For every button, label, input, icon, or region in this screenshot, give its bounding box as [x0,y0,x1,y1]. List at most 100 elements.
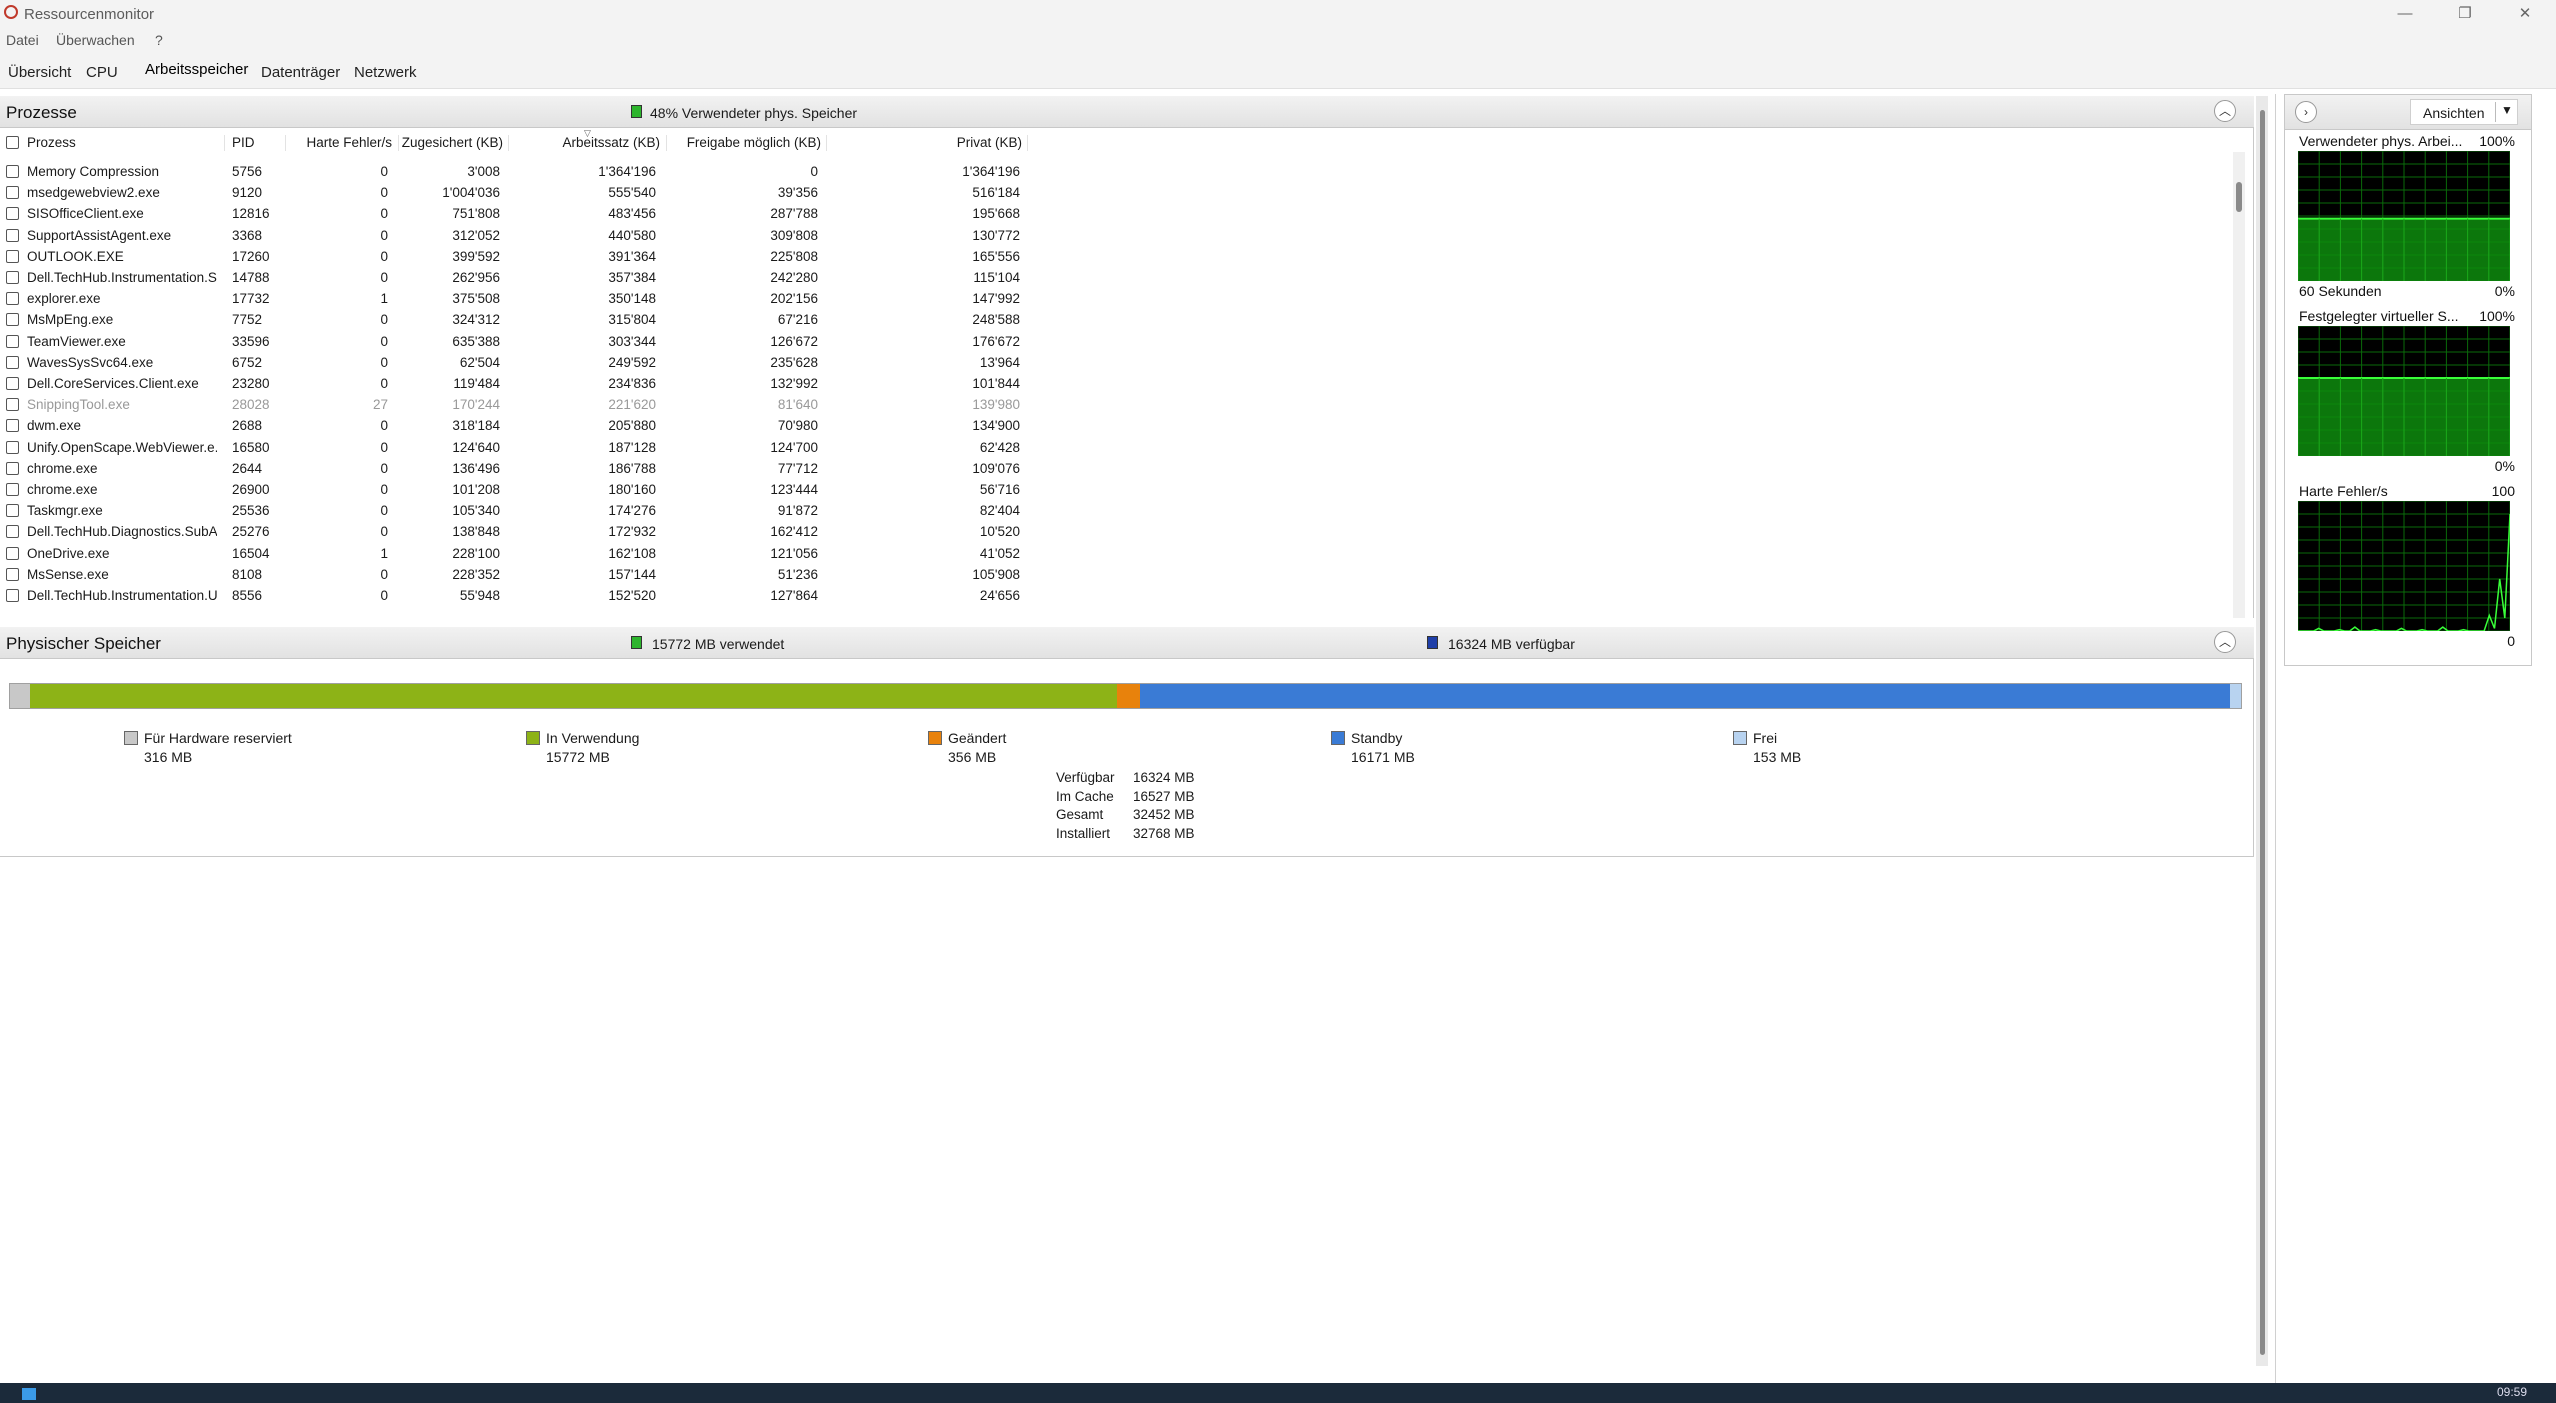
processes-scrollbar[interactable] [2233,152,2245,618]
tab-datentraeger[interactable]: Datenträger [261,64,340,81]
hard-faults-cell: 0 [380,588,388,603]
start-icon[interactable] [22,1388,36,1400]
table-row[interactable]: Memory Compression 5756 0 3'008 1'364'196 0 1'… [0,161,1030,182]
table-row[interactable]: SISOfficeClient.exe 12816 0 751'808 483'456 2… [0,203,1030,224]
row-checkbox[interactable] [6,165,19,178]
table-row[interactable]: Dell.CoreServices.Client.exe 23280 0 119'48… [0,373,1030,394]
table-row[interactable]: chrome.exe 2644 0 136'496 186'788 77'712 109'0… [0,458,1030,479]
tab-netzwerk[interactable]: Netzwerk [354,64,417,81]
column-zugesichert[interactable]: Zugesichert (KB) [400,135,503,150]
main-scrollbar[interactable] [2256,96,2268,1366]
table-row[interactable]: Dell.TechHub.Diagnostics.SubAg... 25276 0 1… [0,521,1030,542]
hard-faults-cell: 0 [380,524,388,540]
graph-canvas [2298,501,2510,631]
row-checkbox[interactable] [6,355,19,369]
table-row[interactable]: Unify.OpenScape.WebViewer.e... 16580 0 124'… [0,437,1030,458]
row-checkbox[interactable] [6,440,19,454]
column-prozess[interactable]: Prozess [27,135,76,150]
row-checkbox[interactable] [6,207,19,221]
row-checkbox[interactable] [6,292,19,306]
column-arbeitssatz[interactable]: Arbeitssatz (KB) [540,135,660,150]
available-summary: 16324 MB verfügbar [1448,636,1575,652]
tab-cpu[interactable]: CPU [86,64,118,81]
table-row[interactable]: SupportAssistAgent.exe 3368 0 312'052 440'58… [0,225,1030,246]
table-row[interactable]: chrome.exe 26900 0 101'208 180'160 123'444 56'… [0,479,1030,500]
row-checkbox[interactable] [6,461,19,475]
commit-cell: 119'484 [453,376,500,391]
shareable-cell: 121'056 [770,545,818,561]
table-row[interactable]: MsMpEng.exe 7752 0 324'312 315'804 67'216 248'… [0,309,1030,330]
row-checkbox[interactable] [6,483,19,496]
row-checkbox[interactable] [6,398,19,412]
table-row[interactable]: OUTLOOK.EXE 17260 0 399'592 391'364 225'808 16… [0,246,1030,267]
row-checkbox[interactable] [6,271,19,284]
collapse-processes-button[interactable]: ︿ [2214,100,2236,122]
row-checkbox[interactable] [6,504,19,518]
legend-label: Geändert [948,730,1007,746]
table-row[interactable]: OneDrive.exe 16504 1 228'100 162'108 121'056 4… [0,543,1030,564]
shareable-cell: 162'412 [770,524,818,540]
row-checkbox[interactable] [6,567,19,581]
process-name-cell: dwm.exe [27,418,82,434]
column-privat[interactable]: Privat (KB) [880,135,1022,150]
column-freigabe[interactable]: Freigabe möglich (KB) [670,135,821,150]
menu-ueberwachen[interactable]: Überwachen [56,32,135,48]
processes-header[interactable]: Prozesse 48% Verwendeter phys. Speicher … [0,96,2254,128]
row-checkbox[interactable] [6,249,19,263]
pid-cell: 17732 [232,291,270,307]
table-row[interactable]: dwm.exe 2688 0 318'184 205'880 70'980 134'900 [0,415,1030,436]
row-checkbox[interactable] [6,419,19,433]
shareable-cell: 242'280 [770,270,818,285]
tab-uebersicht[interactable]: Übersicht [8,64,71,81]
close-button[interactable]: ✕ [2496,0,2554,28]
table-row[interactable]: Taskmgr.exe 25536 0 105'340 174'276 91'872 82'… [0,500,1030,521]
table-row[interactable]: explorer.exe 17732 1 375'508 350'148 202'156 1… [0,288,1030,309]
legend-color-box [124,731,138,745]
stat-label: Installiert [1056,825,1111,841]
table-row[interactable]: msedgewebview2.exe 9120 0 1'004'036 555'540 3… [0,182,1030,203]
process-name-cell: Dell.TechHub.Diagnostics.SubAg... [27,524,217,540]
hard-faults-cell: 0 [380,333,388,349]
select-all-checkbox[interactable] [6,136,19,149]
physical-memory-header[interactable]: Physischer Speicher 15772 MB verwendet 1… [0,627,2254,659]
table-header-row: Prozess PID Harte Fehler/s Zugesichert (… [0,128,2230,152]
row-checkbox[interactable] [6,228,19,242]
stat-value: 16527 MB [1133,788,1195,804]
minimize-button[interactable]: — [2376,0,2434,28]
views-dropdown[interactable]: Ansichten ▼ [2410,99,2518,125]
menu-help[interactable]: ? [155,32,163,48]
working-set-cell: 555'540 [608,185,656,201]
pid-cell: 14788 [232,270,270,285]
menu-datei[interactable]: Datei [6,32,39,48]
chevron-down-icon[interactable]: ▼ [2501,103,2513,117]
row-checkbox[interactable] [6,377,19,390]
column-pid[interactable]: PID [232,135,255,150]
row-checkbox[interactable] [6,546,19,560]
process-name-cell: chrome.exe [27,460,98,476]
main-scrollbar-thumb[interactable] [2260,110,2265,1355]
maximize-button[interactable]: ❐ [2436,0,2494,28]
commit-cell: 124'640 [452,439,500,455]
table-row[interactable]: Dell.TechHub.Instrumentation.S... 14788 0 2… [0,267,1030,288]
tab-arbeitsspeicher[interactable]: Arbeitsspeicher [145,61,248,82]
row-checkbox[interactable] [6,589,19,602]
table-row[interactable]: MsSense.exe 8108 0 228'352 157'144 51'236 105'… [0,564,1030,585]
collapse-graph-pane-button[interactable]: › [2295,101,2317,123]
row-checkbox[interactable] [6,186,19,200]
table-row[interactable]: SnippingTool.exe 28028 27 170'244 221'620 81'… [0,394,1030,415]
private-cell: 516'184 [972,185,1020,201]
column-harte-fehler[interactable]: Harte Fehler/s [290,135,392,150]
private-cell: 101'844 [972,376,1020,391]
table-row[interactable]: WavesSysSvc64.exe 6752 0 62'504 249'592 235'6… [0,352,1030,373]
collapse-physical-memory-button[interactable]: ︿ [2214,631,2236,653]
row-checkbox[interactable] [6,313,19,327]
row-checkbox[interactable] [6,334,19,348]
processes-scrollbar-thumb[interactable] [2236,182,2242,212]
clock[interactable]: 09:59 [2497,1385,2527,1399]
pane-divider[interactable] [2275,94,2276,1384]
table-row[interactable]: Dell.TechHub.Instrumentation.U... 8556 0 55… [0,585,1030,606]
commit-cell: 105'340 [452,503,500,519]
row-checkbox[interactable] [6,525,19,539]
table-row[interactable]: TeamViewer.exe 33596 0 635'388 303'344 126'67… [0,331,1030,352]
private-cell: 139'980 [972,397,1020,413]
